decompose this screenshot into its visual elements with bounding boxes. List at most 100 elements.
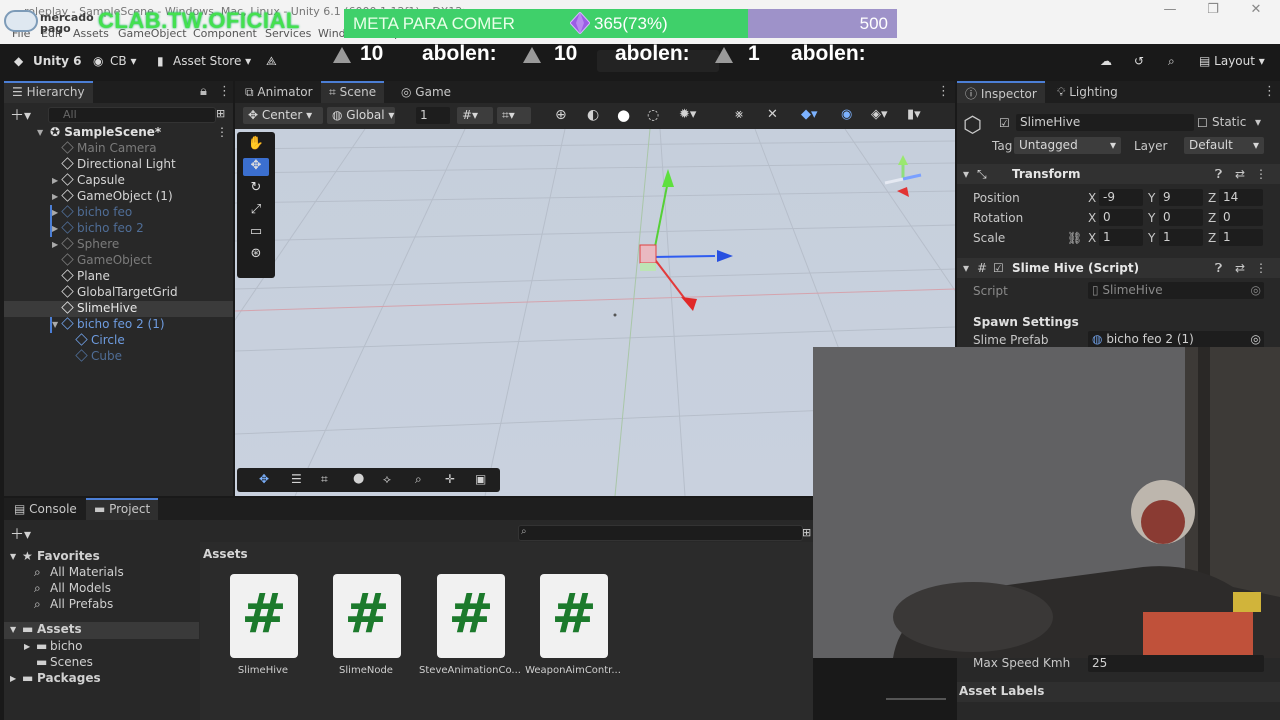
pan-icon[interactable]: ✛ — [445, 472, 455, 486]
grid-icon[interactable]: ⌗ — [321, 472, 328, 487]
rotation-y-input[interactable]: 0 — [1159, 209, 1203, 226]
collapse-arrow-icon[interactable]: ▾ — [963, 167, 969, 181]
asset-store-dropdown[interactable]: Asset Store ▾ — [173, 54, 251, 68]
hierarchy-item[interactable]: SlimeHive — [4, 301, 233, 317]
account-dropdown[interactable]: CB ▾ — [110, 54, 136, 68]
expand-arrow-icon[interactable]: ▶ — [52, 224, 58, 233]
scale-tool-icon[interactable]: ⤢ — [243, 202, 269, 220]
static-dropdown-arrow[interactable]: ▾ — [1255, 115, 1261, 129]
hierarchy-item[interactable]: GameObject — [4, 253, 233, 269]
globe-icon[interactable]: ⊕ — [555, 107, 567, 123]
enabled-checkbox[interactable]: ☑ — [993, 261, 1004, 275]
hierarchy-item[interactable]: Cube — [4, 349, 233, 365]
transform-header[interactable]: ▾ ⤡ Transform ❓︎ ⇄ ⋮ — [957, 164, 1280, 184]
expand-arrow-icon[interactable]: ▼ — [37, 128, 43, 137]
hierarchy-item[interactable]: Plane — [4, 269, 233, 285]
tab-inspector[interactable]: ⓘ Inspector — [957, 81, 1045, 103]
scene-row[interactable]: ▼ ✪ SampleScene* ⋮ — [4, 125, 233, 141]
layout-dropdown[interactable]: ▤ Layout ▾ — [1199, 54, 1265, 68]
hierarchy-item[interactable]: Circle — [4, 333, 233, 349]
tab-project[interactable]: ▬ Project — [86, 498, 159, 520]
hierarchy-item[interactable]: Main Camera — [4, 141, 233, 157]
transform-tool-icon[interactable]: ⊛ — [243, 246, 269, 264]
more-icon[interactable]: ⋮ — [1255, 167, 1267, 181]
expand-arrow-icon[interactable]: ▶ — [52, 208, 58, 217]
object-name-input[interactable]: SlimeHive — [1016, 114, 1194, 131]
hierarchy-item[interactable]: ▶ bicho feo — [4, 205, 233, 221]
expand-arrow-icon[interactable]: ▶ — [52, 240, 58, 249]
hierarchy-search-input[interactable]: All — [48, 107, 216, 123]
tab-animator[interactable]: ⧉ Animator — [237, 81, 321, 103]
audio-mute-icon[interactable]: ⨳ — [735, 107, 743, 122]
position-y-input[interactable]: 9 — [1159, 189, 1203, 206]
more-icon[interactable]: ⋮ — [218, 84, 231, 99]
screenshot-icon[interactable]: ▣ — [475, 472, 486, 486]
asset-file[interactable]: # SlimeNode — [313, 574, 413, 684]
maximize-button[interactable]: ❐ — [1203, 2, 1223, 17]
camera-icon[interactable]: ▮▾ — [907, 107, 921, 122]
hierarchy-item[interactable]: GlobalTargetGrid — [4, 285, 233, 301]
slime-prefab-field[interactable]: ◍ bicho feo 2 (1) ◎ — [1088, 331, 1264, 348]
lock-icon[interactable]: 🔒︎ — [200, 84, 207, 99]
expand-arrow-icon[interactable]: ▶ — [52, 192, 58, 201]
gizmos-icon[interactable]: ◈▾ — [871, 107, 888, 122]
visibility-icon[interactable]: ◉ — [841, 107, 852, 122]
add-icon[interactable]: ＋▾ — [10, 105, 31, 125]
script-component-header[interactable]: ▾ # ☑ Slime Hive (Script) ❓︎ ⇄ ⋮ — [957, 258, 1280, 278]
tab-hierarchy[interactable]: ☰ Hierarchy — [4, 81, 93, 103]
active-checkbox[interactable]: ☑ — [999, 116, 1010, 130]
more-icon[interactable]: ⋮ — [937, 84, 950, 99]
zoom-slider[interactable] — [886, 698, 946, 700]
tab-game[interactable]: ◎ Game — [393, 81, 459, 103]
asset-file[interactable]: # SlimeHive — [210, 574, 310, 684]
grid-snap-button[interactable]: #▾ — [457, 107, 493, 124]
hierarchy-item[interactable]: ▼ bicho feo 2 (1) — [4, 317, 233, 333]
expand-arrow-icon[interactable]: ▶ — [52, 176, 58, 185]
hierarchy-item[interactable]: ▶ Sphere — [4, 237, 233, 253]
wireframe-icon[interactable]: ◌ — [647, 107, 659, 123]
layers-icon[interactable]: ◆▾ — [801, 107, 818, 122]
scale-y-input[interactable]: 1 — [1159, 229, 1203, 246]
filter-icon[interactable]: ⊞ — [802, 526, 811, 539]
close-button[interactable]: ✕ — [1246, 2, 1266, 17]
preset-icon[interactable]: ⇄ — [1235, 167, 1245, 181]
history-icon[interactable]: ↺ — [1134, 54, 1144, 68]
tag-dropdown[interactable]: Untagged ▾ — [1014, 137, 1121, 154]
effects-icon[interactable]: ✹▾ — [679, 107, 696, 122]
more-icon[interactable]: ⋮ — [1255, 261, 1267, 275]
scale-z-input[interactable]: 1 — [1219, 229, 1263, 246]
asset-file[interactable]: # WeaponAimContr... — [520, 574, 621, 684]
preset-icon[interactable]: ⇄ — [1235, 261, 1245, 275]
grid-visibility-button[interactable]: ⌗▾ — [497, 107, 531, 124]
zoom-icon[interactable]: ⌕ — [415, 472, 422, 487]
position-x-input[interactable]: -9 — [1099, 189, 1143, 206]
cloud-icon[interactable]: ☁ — [1100, 54, 1112, 68]
add-icon[interactable]: ＋▾ — [10, 524, 31, 544]
sphere-icon[interactable]: ● — [353, 471, 364, 486]
minimize-button[interactable]: — — [1160, 2, 1180, 17]
tab-lighting[interactable]: 💡︎ Lighting — [1049, 81, 1126, 103]
rotation-x-input[interactable]: 0 — [1099, 209, 1143, 226]
help-icon[interactable]: ❓︎ — [1215, 167, 1222, 182]
shaded-icon[interactable]: ◐ — [587, 107, 599, 123]
project-search-input[interactable] — [518, 525, 803, 541]
max-speed-input[interactable]: 25 — [1088, 655, 1264, 672]
hierarchy-item[interactable]: ▶ GameObject (1) — [4, 189, 233, 205]
move-tool-icon[interactable]: ✥ — [243, 158, 269, 176]
lit-icon[interactable]: ● — [617, 106, 630, 124]
rect-tool-icon[interactable]: ▭ — [243, 224, 269, 242]
more-icon[interactable]: ⋮ — [1263, 84, 1276, 99]
asset-labels-section[interactable]: Asset Labels — [957, 682, 1280, 702]
rotate-tool-icon[interactable]: ↻ — [243, 180, 269, 198]
tab-console[interactable]: ▤ Console — [6, 498, 85, 520]
fx-icon[interactable]: ✕ — [767, 107, 778, 122]
collapse-arrow-icon[interactable]: ▾ — [963, 261, 969, 275]
version-control-icon[interactable]: ⟁ — [266, 54, 277, 69]
assets-folder-row[interactable]: ▼ ▬ Assets — [4, 622, 199, 639]
rotation-z-input[interactable]: 0 — [1219, 209, 1263, 226]
scale-x-input[interactable]: 1 — [1099, 229, 1143, 246]
static-checkbox[interactable]: ☐ — [1197, 116, 1208, 130]
hierarchy-item[interactable]: ▶ bicho feo 2 — [4, 221, 233, 237]
pivot-dropdown[interactable]: ✥ Center ▾ — [243, 107, 323, 124]
space-dropdown[interactable]: ◍ Global ▾ — [327, 107, 395, 124]
